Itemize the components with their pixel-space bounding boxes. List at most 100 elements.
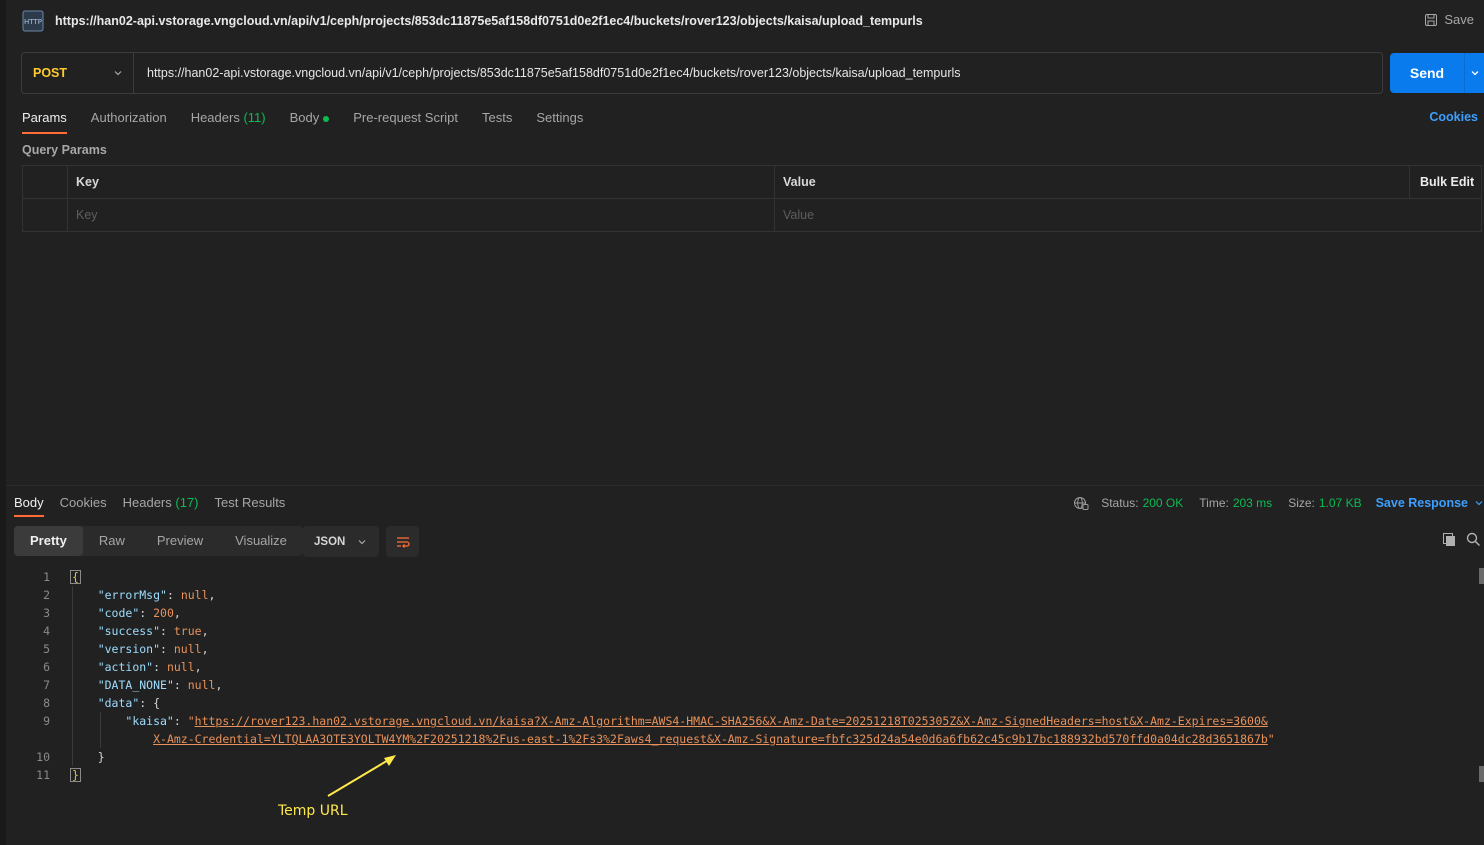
search-icon[interactable] xyxy=(1466,532,1481,550)
json-key: "success" xyxy=(97,624,161,638)
scrollbar-marker[interactable] xyxy=(1479,766,1484,782)
svg-text:HTTP: HTTP xyxy=(24,18,42,26)
method-label: POST xyxy=(33,66,68,80)
format-visualize[interactable]: Visualize xyxy=(219,526,303,556)
indent-guide xyxy=(100,712,101,748)
response-type-select[interactable]: JSON xyxy=(303,526,379,557)
status-value[interactable]: 200 OK xyxy=(1143,496,1184,510)
format-pretty[interactable]: Pretty xyxy=(14,526,83,556)
code-line: 7 "DATA_NONE": null, xyxy=(0,676,1478,694)
format-raw[interactable]: Raw xyxy=(83,526,141,556)
json-key: "kaisa" xyxy=(125,714,174,728)
copy-icon[interactable] xyxy=(1442,532,1457,550)
line-number: 11 xyxy=(36,768,50,782)
format-preview[interactable]: Preview xyxy=(141,526,219,556)
json-brace: { xyxy=(153,696,161,710)
temp-url-link[interactable]: https://rover123.han02.vstorage.vngcloud… xyxy=(195,714,1268,728)
line-number: 4 xyxy=(43,624,50,638)
send-button[interactable]: Send xyxy=(1390,53,1484,93)
save-icon xyxy=(1425,13,1438,26)
code-line: 6 "action": null, xyxy=(0,658,1478,676)
json-value: null xyxy=(180,588,209,602)
time-value[interactable]: 203 ms xyxy=(1233,496,1272,510)
code-line: 4 "success": true, xyxy=(0,622,1478,640)
line-number: 9 xyxy=(43,714,50,728)
wrap-lines-button[interactable] xyxy=(386,526,419,557)
send-options-icon[interactable] xyxy=(1465,68,1484,78)
format-toggle-group: Pretty Raw Preview Visualize xyxy=(14,526,303,556)
url-input[interactable]: https://han02-api.vstorage.vngcloud.vn/a… xyxy=(134,66,961,80)
line-number: 7 xyxy=(43,678,50,692)
send-label: Send xyxy=(1409,65,1445,81)
key-input[interactable]: Key xyxy=(67,198,775,232)
row-checkbox-cell xyxy=(22,198,68,232)
chevron-down-icon xyxy=(358,539,366,544)
json-value: null xyxy=(173,642,202,656)
json-value: true xyxy=(173,624,202,638)
bulk-edit-button[interactable]: Bulk Edit xyxy=(1409,165,1482,199)
value-input[interactable]: Value xyxy=(774,198,1482,232)
table-row: Key Value xyxy=(22,198,1482,232)
response-tab-test-results[interactable]: Test Results xyxy=(215,495,286,517)
json-key: "action" xyxy=(97,660,154,674)
json-key: "version" xyxy=(97,642,161,656)
response-tabs: Body Cookies Headers (17) Test Results xyxy=(14,495,285,517)
wrap-lines-icon xyxy=(396,536,410,548)
code-line: 1{ xyxy=(0,568,1478,586)
json-value: 200 xyxy=(153,606,174,620)
response-body-code[interactable]: 1{ 2 "errorMsg": null, 3 "code": 200, 4 … xyxy=(0,568,1478,784)
tab-prerequest-script[interactable]: Pre-request Script xyxy=(353,110,458,134)
http-request-icon: HTTP xyxy=(22,10,44,32)
tab-params[interactable]: Params xyxy=(22,110,67,134)
line-number: 2 xyxy=(43,588,50,602)
response-tab-cookies[interactable]: Cookies xyxy=(60,495,107,517)
method-select[interactable]: POST xyxy=(22,53,134,93)
line-number: 5 xyxy=(43,642,50,656)
tab-body[interactable]: Body xyxy=(290,110,330,134)
json-key: "code" xyxy=(97,606,140,620)
json-brace: } xyxy=(97,750,105,764)
code-line: 2 "errorMsg": null, xyxy=(0,586,1478,604)
code-line: 10 } xyxy=(0,748,1478,766)
line-number: 8 xyxy=(43,696,50,710)
json-key: "data" xyxy=(97,696,140,710)
line-number: 1 xyxy=(43,570,50,584)
line-number xyxy=(0,730,50,748)
code-line: X-Amz-Credential=YLTQLAA3OTE3YOLTW4YM%2F… xyxy=(0,730,1478,748)
tab-settings[interactable]: Settings xyxy=(536,110,583,134)
save-response-button[interactable]: Save Response xyxy=(1376,496,1484,510)
code-line: 5 "version": null, xyxy=(0,640,1478,658)
value-column-header: Value xyxy=(774,165,1410,199)
tab-headers[interactable]: Headers (11) xyxy=(191,110,266,134)
cookies-link[interactable]: Cookies xyxy=(1429,110,1478,124)
size-label: Size: xyxy=(1288,496,1315,510)
network-globe-icon[interactable] xyxy=(1073,495,1089,511)
json-open-brace[interactable]: { xyxy=(70,570,81,584)
headers-count: (11) xyxy=(243,110,266,125)
response-tab-body[interactable]: Body xyxy=(14,495,44,517)
save-button[interactable]: Save xyxy=(1424,12,1474,27)
size-value[interactable]: 1.07 KB xyxy=(1319,496,1362,510)
json-close-brace[interactable]: } xyxy=(70,768,81,782)
query-params-table: Key Value Bulk Edit Key Value xyxy=(22,165,1482,232)
request-title[interactable]: https://han02-api.vstorage.vngcloud.vn/a… xyxy=(55,14,923,28)
temp-url-link-continued[interactable]: X-Amz-Credential=YLTQLAA3OTE3YOLTW4YM%2F… xyxy=(153,732,1268,746)
response-status-bar: Status: 200 OK Time: 203 ms Size: 1.07 K… xyxy=(1073,495,1484,511)
save-label: Save xyxy=(1444,12,1474,27)
save-response-label: Save Response xyxy=(1375,496,1468,510)
request-tabs: Params Authorization Headers (11) Body P… xyxy=(22,110,583,134)
indent-guide xyxy=(72,586,73,766)
table-header-row: Key Value Bulk Edit xyxy=(22,165,1482,199)
tab-authorization[interactable]: Authorization xyxy=(91,110,167,134)
line-number: 10 xyxy=(36,750,50,764)
tab-tests[interactable]: Tests xyxy=(482,110,512,134)
response-tab-headers[interactable]: Headers (17) xyxy=(123,495,199,517)
status-label: Status: xyxy=(1101,496,1139,510)
line-number: 3 xyxy=(43,606,50,620)
scrollbar-marker[interactable] xyxy=(1479,568,1484,584)
line-number: 6 xyxy=(43,660,50,674)
json-key: "DATA_NONE" xyxy=(97,678,174,692)
chevron-down-icon xyxy=(114,71,122,76)
pane-divider[interactable] xyxy=(6,485,1484,486)
tab-body-label: Body xyxy=(289,110,320,125)
